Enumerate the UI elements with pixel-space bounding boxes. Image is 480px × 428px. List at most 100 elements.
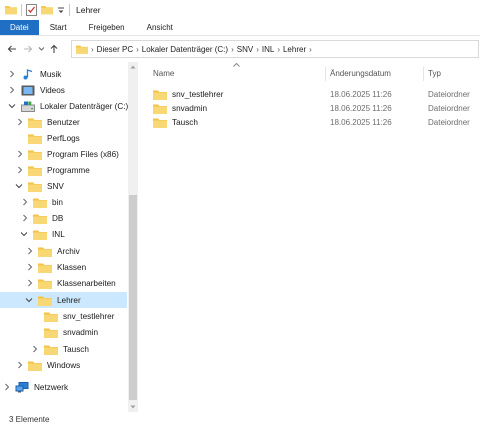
- nav-item-snvadmin[interactable]: snvadmin: [0, 324, 128, 340]
- nav-item-label: DB: [52, 213, 64, 223]
- folder-icon: [5, 6, 17, 15]
- column-header-type[interactable]: Typ: [428, 69, 441, 78]
- nav-item-tausch[interactable]: Tausch: [0, 341, 128, 357]
- file-type: Dateiordner: [428, 103, 470, 113]
- nav-item-label: Lokaler Datenträger (C:): [40, 101, 129, 111]
- ribbon-tabs: Datei Start Freigeben Ansicht: [0, 20, 480, 36]
- tab-datei[interactable]: Datei: [0, 20, 39, 35]
- folder-icon: [33, 198, 47, 208]
- nav-item-perflogs[interactable]: PerfLogs: [0, 130, 128, 146]
- chevron-right-icon[interactable]: [16, 357, 24, 373]
- nav-item-netzwerk[interactable]: Netzwerk: [0, 379, 128, 395]
- chevron-down-icon[interactable]: [15, 178, 23, 194]
- chevron-right-icon[interactable]: [16, 114, 24, 130]
- title-bar: Lehrer: [0, 0, 480, 19]
- nav-item-label: INL: [52, 229, 65, 239]
- back-button[interactable]: [4, 41, 20, 57]
- file-name: Tausch: [172, 117, 198, 127]
- tab-freigeben[interactable]: Freigeben: [78, 20, 136, 35]
- nav-item-bin[interactable]: bin: [0, 194, 128, 210]
- column-header-date[interactable]: Änderungsdatum: [330, 69, 391, 78]
- chevron-right-icon[interactable]: [31, 341, 39, 357]
- new-folder-icon[interactable]: [41, 4, 53, 15]
- file-list-pane: Name Änderungsdatum Typ snv_testlehrer 1…: [140, 62, 480, 412]
- nav-item-snv-testlehrer[interactable]: snv_testlehrer: [0, 308, 128, 324]
- quick-access-dropdown-icon[interactable]: [57, 5, 65, 15]
- nav-item-inl[interactable]: INL: [0, 226, 128, 242]
- column-divider[interactable]: [423, 67, 424, 81]
- nav-item-windows[interactable]: Windows: [0, 357, 128, 373]
- chevron-right-icon[interactable]: [21, 194, 29, 210]
- chevron-down-icon[interactable]: [25, 292, 33, 308]
- nav-item-local-drive[interactable]: Lokaler Datenträger (C:): [0, 98, 128, 114]
- folder-icon: [153, 104, 167, 114]
- chevron-right-icon[interactable]: [26, 259, 34, 275]
- file-row[interactable]: snvadmin 18.06.2025 11:26 Dateiordner: [153, 101, 480, 115]
- tab-start[interactable]: Start: [39, 20, 78, 35]
- address-toolbar: › Dieser PC › Lokaler Datenträger (C:) ›…: [0, 38, 480, 60]
- chevron-right-icon[interactable]: [26, 243, 34, 259]
- folder-icon: [28, 134, 42, 144]
- forward-arrow-icon: [24, 45, 33, 53]
- address-bar[interactable]: › Dieser PC › Lokaler Datenträger (C:) ›…: [71, 40, 479, 58]
- nav-item-lehrer[interactable]: Lehrer: [0, 292, 127, 308]
- nav-item-programme[interactable]: Programme: [0, 162, 128, 178]
- chevron-down-icon[interactable]: [20, 226, 28, 242]
- recent-locations-button[interactable]: [36, 41, 46, 57]
- nav-item-label: Klassenarbeiten: [57, 278, 116, 288]
- chevron-right-icon[interactable]: [16, 162, 24, 178]
- chevron-right-icon[interactable]: [3, 379, 11, 395]
- breadcrumb-separator-icon[interactable]: ›: [256, 45, 259, 54]
- breadcrumb-dieser-pc[interactable]: Dieser PC: [97, 45, 133, 54]
- folder-icon: [76, 45, 88, 54]
- breadcrumb-snv[interactable]: SNV: [237, 45, 253, 54]
- file-row[interactable]: snv_testlehrer 18.06.2025 11:26 Dateiord…: [153, 87, 480, 101]
- column-header-name[interactable]: Name: [153, 69, 174, 78]
- breadcrumb-separator-icon[interactable]: ›: [309, 45, 312, 54]
- scroll-up-arrow-icon[interactable]: [128, 62, 138, 72]
- chevron-right-icon[interactable]: [8, 82, 16, 98]
- chevron-down-icon[interactable]: [8, 98, 16, 114]
- column-divider[interactable]: [325, 67, 326, 81]
- nav-item-klassenarbeiten[interactable]: Klassenarbeiten: [0, 275, 128, 291]
- breadcrumb-separator-icon[interactable]: ›: [136, 45, 139, 54]
- nav-item-klassen[interactable]: Klassen: [0, 259, 128, 275]
- nav-item-archiv[interactable]: Archiv: [0, 243, 128, 259]
- nav-item-program-files-x86[interactable]: Program Files (x86): [0, 146, 128, 162]
- nav-item-snv[interactable]: SNV: [0, 178, 128, 194]
- breadcrumb-inl[interactable]: INL: [262, 45, 274, 54]
- file-type: Dateiordner: [428, 117, 470, 127]
- forward-button[interactable]: [20, 41, 36, 57]
- up-button[interactable]: [46, 41, 62, 57]
- nav-item-label: snvadmin: [63, 327, 99, 337]
- nav-item-label: Videos: [40, 85, 65, 95]
- nav-item-db[interactable]: DB: [0, 210, 128, 226]
- nav-scrollbar-thumb[interactable]: [129, 195, 137, 400]
- file-row[interactable]: Tausch 18.06.2025 11:26 Dateiordner: [153, 115, 480, 129]
- breadcrumb-separator-icon[interactable]: ›: [91, 45, 94, 54]
- nav-item-musik[interactable]: Musik: [0, 66, 128, 82]
- file-date: 18.06.2025 11:26: [330, 117, 392, 127]
- folder-icon: [33, 214, 47, 224]
- chevron-right-icon[interactable]: [8, 66, 16, 82]
- nav-item-label: Benutzer: [47, 117, 80, 127]
- folder-icon: [153, 90, 167, 100]
- folder-icon: [38, 279, 52, 289]
- scroll-down-arrow-icon[interactable]: [128, 402, 138, 412]
- folder-icon: [44, 345, 58, 355]
- nav-item-benutzer[interactable]: Benutzer: [0, 114, 128, 130]
- tab-ansicht[interactable]: Ansicht: [136, 20, 184, 35]
- back-arrow-icon: [7, 45, 16, 53]
- file-name: snv_testlehrer: [172, 89, 224, 99]
- toolbar-separator: [21, 3, 22, 16]
- chevron-right-icon[interactable]: [16, 146, 24, 162]
- chevron-right-icon[interactable]: [21, 210, 29, 226]
- breadcrumb-lehrer[interactable]: Lehrer: [283, 45, 306, 54]
- breadcrumb-separator-icon[interactable]: ›: [277, 45, 280, 54]
- breadcrumb-drive-c[interactable]: Lokaler Datenträger (C:): [142, 45, 228, 54]
- breadcrumb-separator-icon[interactable]: ›: [231, 45, 234, 54]
- chevron-right-icon[interactable]: [26, 275, 34, 291]
- properties-icon[interactable]: [26, 3, 37, 16]
- nav-item-label: snv_testlehrer: [63, 311, 115, 321]
- nav-item-videos[interactable]: Videos: [0, 82, 128, 98]
